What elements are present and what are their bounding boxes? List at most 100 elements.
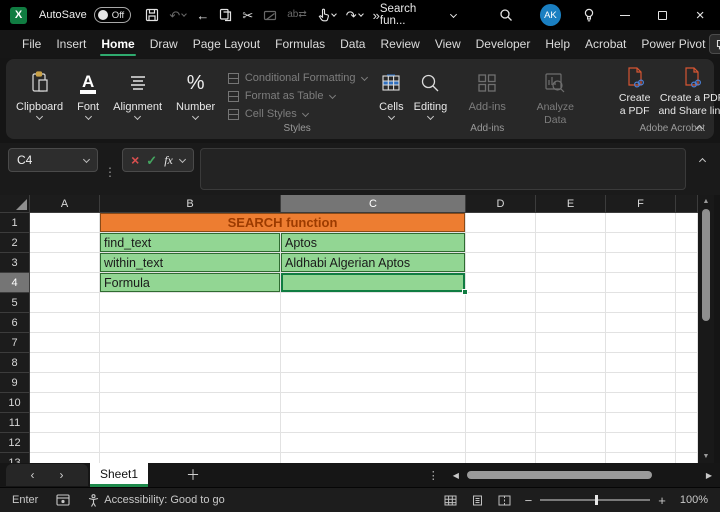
cell-partial-7[interactable] (676, 333, 698, 353)
page-break-preview-icon[interactable] (498, 495, 511, 506)
cell-A10[interactable] (30, 393, 100, 413)
cell-C3[interactable]: Aldhabi Algerian Aptos (281, 253, 466, 273)
accessibility-status[interactable]: Accessibility: Good to go (88, 494, 224, 507)
cell-F10[interactable] (606, 393, 676, 413)
row-header-7[interactable]: 7 (0, 333, 30, 353)
cell-D13[interactable] (466, 453, 536, 463)
addins-button[interactable]: Add-ins (469, 65, 506, 113)
cell-partial-9[interactable] (676, 373, 698, 393)
select-all-corner[interactable] (0, 195, 30, 213)
cell-B5[interactable] (100, 293, 281, 313)
hscroll-right-icon[interactable]: ▶ (706, 471, 712, 480)
number-group-button[interactable]: % Number (176, 65, 215, 135)
macro-record-icon[interactable] (56, 494, 70, 506)
cell-partial-3[interactable] (676, 253, 698, 273)
cell-E11[interactable] (536, 413, 606, 433)
cell-partial-6[interactable] (676, 313, 698, 333)
cell-partial-8[interactable] (676, 353, 698, 373)
page-layout-icon[interactable] (471, 495, 484, 506)
scroll-down-icon[interactable]: ▼ (703, 453, 710, 460)
font-group-button[interactable]: A Font (77, 65, 99, 135)
cell-A2[interactable] (30, 233, 100, 253)
cell-F1[interactable] (606, 213, 676, 233)
cell-C2[interactable]: Aptos (281, 233, 466, 253)
tab-help[interactable]: Help (541, 32, 574, 57)
cell-D6[interactable] (466, 313, 536, 333)
cell-D8[interactable] (466, 353, 536, 373)
cell-F11[interactable] (606, 413, 676, 433)
cell-E8[interactable] (536, 353, 606, 373)
cancel-icon[interactable]: × (131, 153, 139, 167)
zoom-slider[interactable]: − + (525, 493, 666, 508)
enter-icon[interactable]: ✓ (146, 154, 157, 167)
cell-partial-1[interactable] (676, 213, 698, 233)
cell-B11[interactable] (100, 413, 281, 433)
cell-F4[interactable] (606, 273, 676, 293)
paste-icon[interactable] (263, 9, 277, 22)
cell-E5[interactable] (536, 293, 606, 313)
cell-partial-11[interactable] (676, 413, 698, 433)
cell-E6[interactable] (536, 313, 606, 333)
tab-developer[interactable]: Developer (472, 32, 535, 57)
tab-view[interactable]: View (431, 32, 465, 57)
cell-partial-13[interactable] (676, 453, 698, 463)
row-header-6[interactable]: 6 (0, 313, 30, 333)
cell-A12[interactable] (30, 433, 100, 453)
tab-review[interactable]: Review (376, 32, 423, 57)
cell-A13[interactable] (30, 453, 100, 463)
cells-group-button[interactable]: Cells (379, 65, 403, 135)
more-options-icon[interactable]: ⋮ (428, 469, 439, 482)
cell-B4[interactable]: Formula (100, 273, 281, 293)
cell-E13[interactable] (536, 453, 606, 463)
cell-C8[interactable] (281, 353, 466, 373)
cell-D2[interactable] (466, 233, 536, 253)
cell-F7[interactable] (606, 333, 676, 353)
cell-F3[interactable] (606, 253, 676, 273)
column-header-B[interactable]: B (100, 195, 281, 213)
cell-B6[interactable] (100, 313, 281, 333)
cell-F6[interactable] (606, 313, 676, 333)
tab-page-layout[interactable]: Page Layout (189, 32, 264, 57)
cell-E9[interactable] (536, 373, 606, 393)
row-header-12[interactable]: 12 (0, 433, 30, 453)
tab-formulas[interactable]: Formulas (271, 32, 329, 57)
search-icon[interactable] (496, 5, 516, 25)
alignment-group-button[interactable]: Alignment (113, 65, 162, 135)
create-pdf-button[interactable]: Create a PDF (615, 65, 655, 118)
cell-partial-2[interactable] (676, 233, 698, 253)
name-box[interactable]: C4 (8, 148, 98, 172)
column-header-D[interactable]: D (466, 195, 536, 213)
cell-partial-4[interactable] (676, 273, 698, 293)
cell-D7[interactable] (466, 333, 536, 353)
scroll-up-icon[interactable]: ▲ (703, 198, 710, 205)
cell-E10[interactable] (536, 393, 606, 413)
cell-A5[interactable] (30, 293, 100, 313)
cell-E3[interactable] (536, 253, 606, 273)
zoom-level[interactable]: 100% (680, 494, 708, 506)
cell-B7[interactable] (100, 333, 281, 353)
cell-D3[interactable] (466, 253, 536, 273)
row-header-3[interactable]: 3 (0, 253, 30, 273)
previous-sheet-icon[interactable]: ‹ (31, 468, 35, 482)
zoom-thumb[interactable] (595, 495, 598, 505)
maximize-icon[interactable] (653, 5, 673, 25)
tab-draw[interactable]: Draw (146, 32, 182, 57)
row-header-4[interactable]: 4 (0, 273, 30, 293)
tab-file[interactable]: File (18, 32, 45, 57)
cell-B9[interactable] (100, 373, 281, 393)
cell-B8[interactable] (100, 353, 281, 373)
tab-power-pivot[interactable]: Power Pivot (637, 32, 709, 57)
cell-partial-5[interactable] (676, 293, 698, 313)
minimize-icon[interactable] (615, 5, 635, 25)
row-header-2[interactable]: 2 (0, 233, 30, 253)
zoom-out-icon[interactable]: − (525, 493, 533, 508)
cell-C11[interactable] (281, 413, 466, 433)
replace-icon[interactable]: ab⇄ (287, 10, 307, 20)
cell-C13[interactable] (281, 453, 466, 463)
cell-F2[interactable] (606, 233, 676, 253)
cell-A9[interactable] (30, 373, 100, 393)
cell-F5[interactable] (606, 293, 676, 313)
sheet-tab-sheet1[interactable]: Sheet1 (90, 463, 148, 487)
cell-D4[interactable] (466, 273, 536, 293)
insert-function-icon[interactable]: fx (164, 154, 173, 166)
